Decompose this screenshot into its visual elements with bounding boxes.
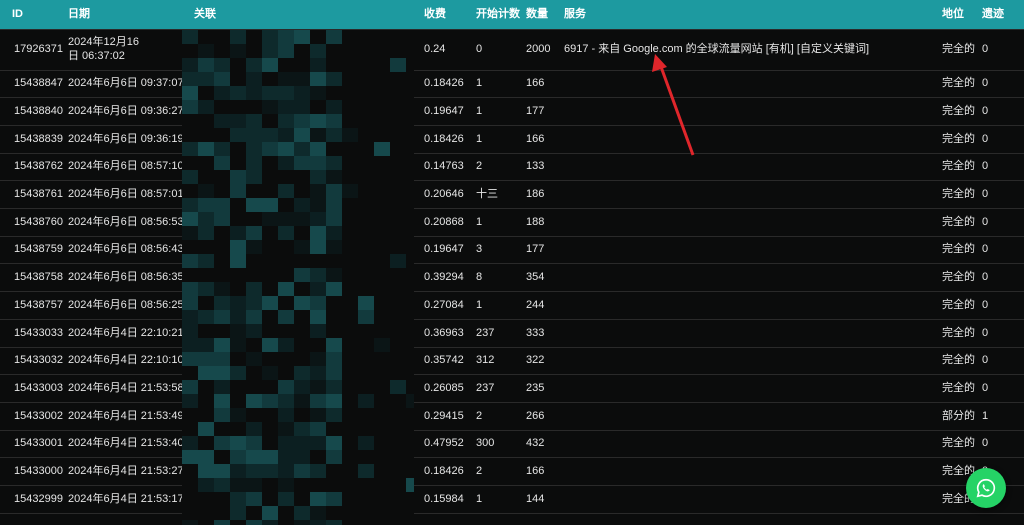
red-arrow-icon [652,54,695,156]
whatsapp-button[interactable] [966,468,1006,508]
whatsapp-icon [976,478,996,498]
